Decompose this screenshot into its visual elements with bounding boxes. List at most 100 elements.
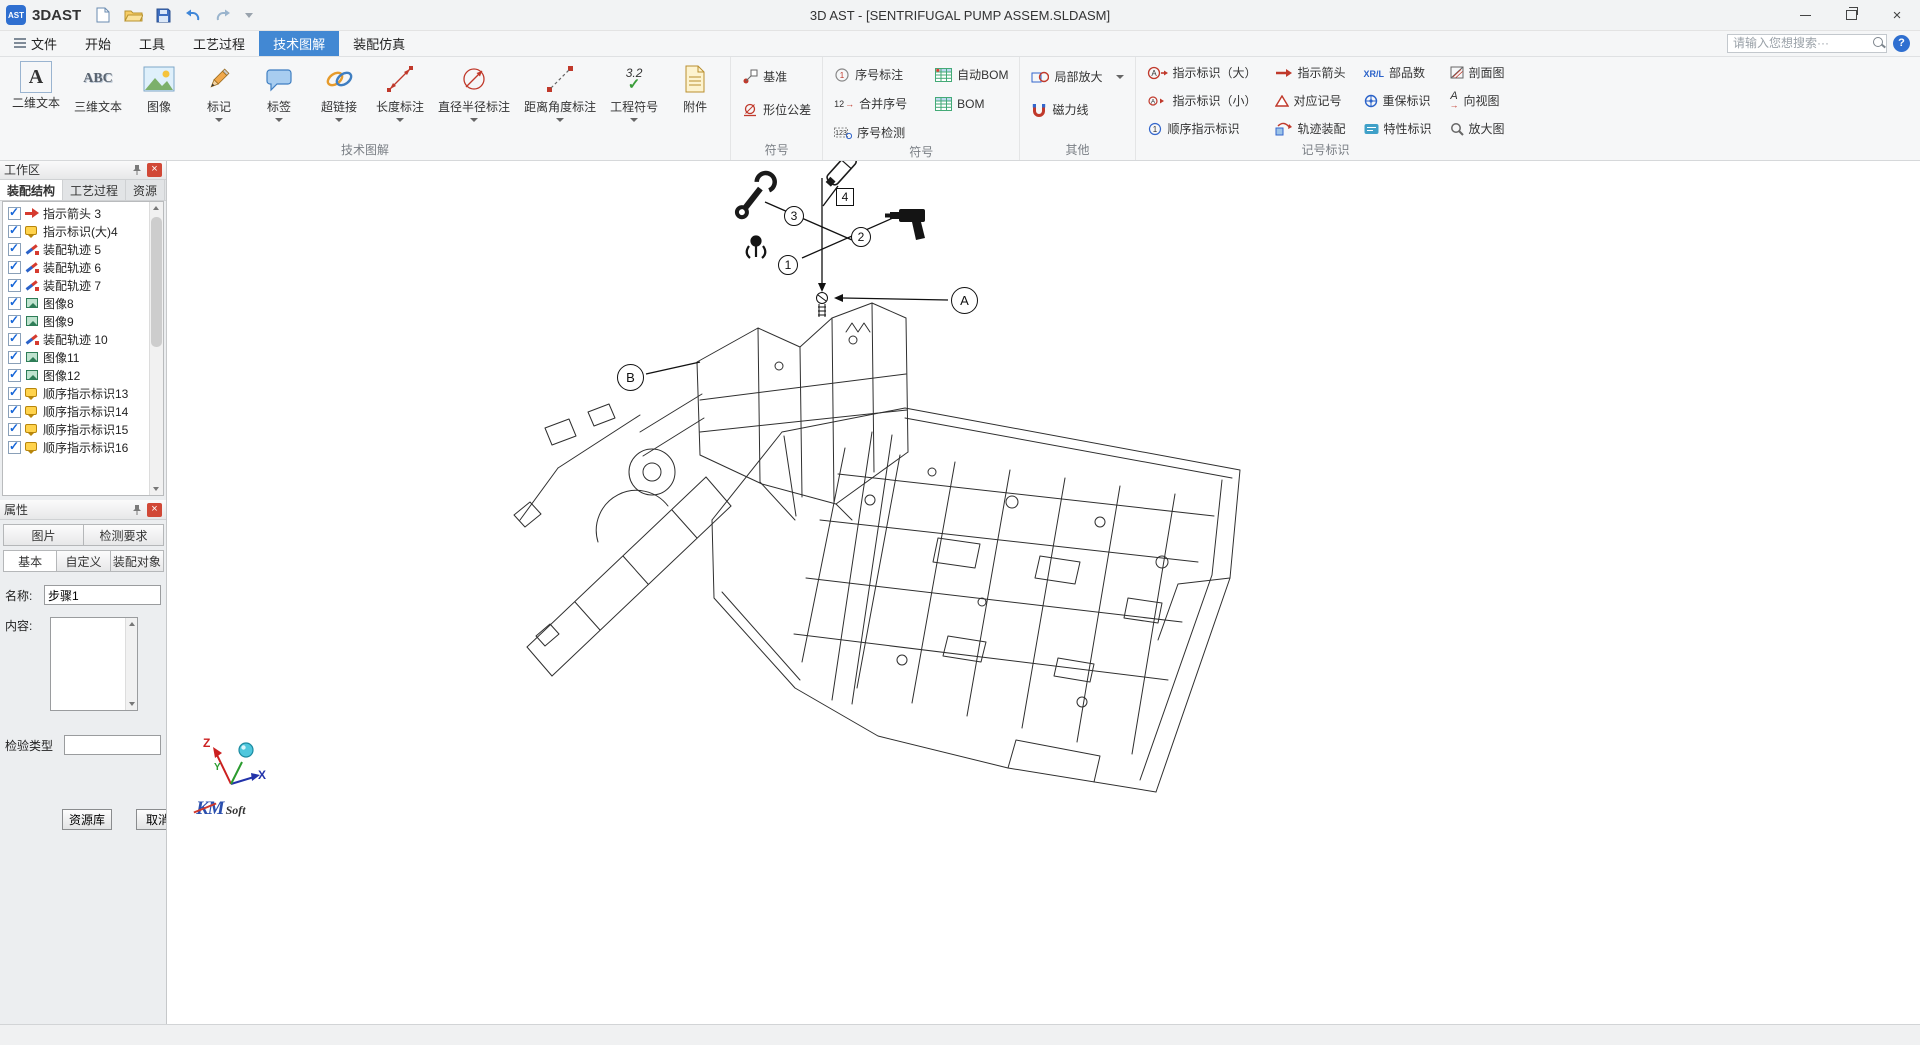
tab-start[interactable]: 开始: [71, 30, 125, 56]
tab-assembly-simulation[interactable]: 装配仿真: [339, 30, 419, 56]
scroll-down-icon[interactable]: [150, 482, 163, 495]
resource-library-button[interactable]: 资源库: [62, 809, 112, 830]
tree-item[interactable]: 装配轨迹 10: [3, 330, 150, 348]
undo-button[interactable]: [183, 5, 203, 25]
balloon-B[interactable]: B: [617, 364, 644, 391]
btn-number-check[interactable]: 123序号检测: [828, 120, 913, 145]
btn-section-view[interactable]: 剖面图: [1444, 60, 1511, 85]
balloon-2[interactable]: 2: [851, 227, 871, 247]
tree-item[interactable]: 指示标识(大)4: [3, 222, 150, 240]
save-button[interactable]: [153, 5, 173, 25]
btn-bom[interactable]: BOM: [929, 91, 1014, 116]
tree-item-checkbox[interactable]: [8, 333, 21, 346]
btn-engineering-symbol[interactable]: 工程符号: [603, 58, 665, 122]
pin-icon[interactable]: [130, 163, 144, 177]
btn-sequence-indicator[interactable]: 1顺序指示标识: [1141, 116, 1263, 141]
workspace-close-button[interactable]: ×: [147, 163, 162, 177]
tree-item[interactable]: 指示箭头 3: [3, 204, 150, 222]
new-document-button[interactable]: [93, 5, 113, 25]
tab-custom[interactable]: 自定义: [56, 550, 110, 572]
tree-item-checkbox[interactable]: [8, 423, 21, 436]
btn-geometric-tolerance[interactable]: 形位公差: [736, 97, 817, 122]
tab-inspection-requirements[interactable]: 检测要求: [83, 524, 164, 546]
tree-item-checkbox[interactable]: [8, 225, 21, 238]
btn-indicator-large[interactable]: A指示标识（大）: [1141, 60, 1263, 85]
btn-track-assembly[interactable]: 轨迹装配: [1269, 116, 1352, 141]
btn-part-count[interactable]: 部品数: [1358, 60, 1438, 85]
btn-diameter-radius-dim[interactable]: 直径半径标注: [431, 58, 517, 122]
btn-detail-view[interactable]: 局部放大: [1025, 64, 1129, 89]
tab-process-flow[interactable]: 工艺过程: [63, 180, 126, 200]
menu-file[interactable]: 文件: [0, 30, 71, 56]
balloon-4[interactable]: 4: [836, 188, 854, 206]
open-file-button[interactable]: [123, 5, 143, 25]
tree-item[interactable]: 图像9: [3, 312, 150, 330]
btn-balloon-number[interactable]: 1序号标注: [828, 62, 913, 87]
tree-item-checkbox[interactable]: [8, 351, 21, 364]
scroll-up-icon[interactable]: [150, 202, 163, 215]
properties-close-button[interactable]: ×: [147, 503, 162, 517]
balloon-A[interactable]: A: [951, 287, 978, 314]
btn-directional-view[interactable]: 向视图: [1444, 88, 1511, 113]
btn-critical-mark[interactable]: 重保标识: [1358, 88, 1438, 113]
tree-item[interactable]: 顺序指示标识15: [3, 420, 150, 438]
tree-item[interactable]: 顺序指示标识14: [3, 402, 150, 420]
tree-item[interactable]: 装配轨迹 5: [3, 240, 150, 258]
tree-item-checkbox[interactable]: [8, 441, 21, 454]
btn-2d-text[interactable]: 二维文本: [5, 58, 67, 118]
tab-tools[interactable]: 工具: [125, 30, 179, 56]
content-scrollbar[interactable]: [125, 618, 137, 710]
tree-item[interactable]: 图像8: [3, 294, 150, 312]
btn-length-dim[interactable]: 长度标注: [369, 58, 431, 122]
btn-merge-number[interactable]: 合并序号: [828, 91, 913, 116]
help-button[interactable]: ?: [1893, 35, 1910, 52]
tab-technical-illustration[interactable]: 技术图解: [259, 30, 339, 56]
tree-item[interactable]: 顺序指示标识16: [3, 438, 150, 456]
tree-item[interactable]: 装配轨迹 7: [3, 276, 150, 294]
tree-item-checkbox[interactable]: [8, 207, 21, 220]
btn-indicator-arrow[interactable]: 指示箭头: [1269, 60, 1352, 85]
tree-item[interactable]: 图像12: [3, 366, 150, 384]
btn-hyperlink[interactable]: 超链接: [309, 58, 369, 122]
scroll-up-icon[interactable]: [126, 618, 137, 629]
btn-datum[interactable]: 基准: [736, 64, 817, 89]
btn-enlarged-view[interactable]: 放大图: [1444, 116, 1511, 141]
redo-button[interactable]: [213, 5, 233, 25]
tree-item[interactable]: 装配轨迹 6: [3, 258, 150, 276]
tab-assembly-object[interactable]: 装配对象: [110, 550, 164, 572]
tree-item-checkbox[interactable]: [8, 261, 21, 274]
tree-item-checkbox[interactable]: [8, 297, 21, 310]
tree-item[interactable]: 图像11: [3, 348, 150, 366]
tab-process[interactable]: 工艺过程: [179, 30, 259, 56]
close-button[interactable]: ×: [1874, 0, 1920, 30]
content-field[interactable]: [51, 618, 125, 710]
scrollbar-thumb[interactable]: [151, 217, 162, 347]
btn-mark[interactable]: 标记: [189, 58, 249, 122]
btn-attachment[interactable]: 附件: [665, 58, 725, 122]
btn-magnetic-line[interactable]: 磁力线: [1025, 97, 1129, 122]
restore-button[interactable]: [1828, 0, 1874, 30]
pin-icon[interactable]: [130, 503, 144, 517]
inspection-type-field[interactable]: [64, 735, 161, 755]
tab-basic[interactable]: 基本: [3, 550, 57, 572]
tree-scrollbar[interactable]: [149, 202, 163, 495]
quick-access-dropdown-icon[interactable]: [245, 13, 253, 18]
balloon-3[interactable]: 3: [784, 206, 804, 226]
btn-corresponding-mark[interactable]: 对应记号: [1269, 88, 1352, 113]
btn-3d-text[interactable]: 三维文本: [67, 58, 129, 122]
btn-indicator-small[interactable]: A指示标识（小）: [1141, 88, 1263, 113]
cancel-button[interactable]: 取消: [136, 809, 166, 830]
tree-item-checkbox[interactable]: [8, 387, 21, 400]
search-input[interactable]: [1727, 34, 1887, 53]
btn-label[interactable]: 标签: [249, 58, 309, 122]
tree-item-checkbox[interactable]: [8, 279, 21, 292]
tree-item-checkbox[interactable]: [8, 369, 21, 382]
btn-characteristic-mark[interactable]: 特性标识: [1358, 116, 1438, 141]
drawing-canvas[interactable]: [167, 160, 1920, 1025]
tree-item-checkbox[interactable]: [8, 315, 21, 328]
btn-auto-bom[interactable]: 自动BOM: [929, 62, 1014, 87]
btn-distance-angle-dim[interactable]: 距离角度标注: [517, 58, 603, 122]
tab-picture[interactable]: 图片: [3, 524, 84, 546]
name-field[interactable]: [44, 585, 161, 605]
search-icon[interactable]: [1873, 37, 1883, 47]
